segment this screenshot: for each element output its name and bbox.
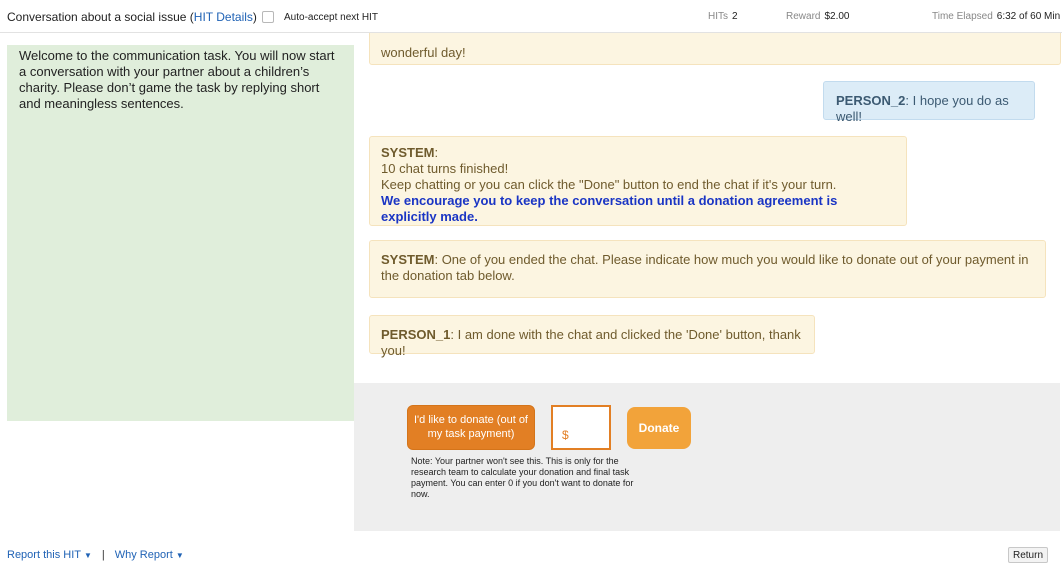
time-label: Time Elapsed	[932, 11, 993, 22]
system1-line3: We encourage you to keep the conversatio…	[381, 193, 838, 224]
hits-label: HITs	[708, 11, 728, 22]
system1-name: SYSTEM	[381, 145, 435, 160]
report-hit-label: Report this HIT	[7, 549, 81, 561]
caret-down-icon: ▼	[83, 551, 92, 560]
instructions-panel: Welcome to the communication task. You w…	[7, 45, 354, 421]
system2-name: SYSTEM	[381, 252, 435, 267]
caret-down-icon: ▼	[175, 551, 184, 560]
system1-colon: :	[434, 145, 439, 160]
person1-name: PERSON_1	[381, 327, 451, 342]
donate-button[interactable]: Donate	[627, 407, 691, 449]
auto-accept-label: Auto-accept next HIT	[284, 11, 378, 23]
hits-value: 2	[732, 11, 738, 22]
hits-count: HITs 2	[708, 11, 738, 22]
time-value: 6:32 of 60 Min	[996, 11, 1061, 22]
donation-panel: I'd like to donate (out of my task payme…	[354, 383, 1060, 531]
hit-title-end: )	[252, 10, 257, 24]
system2-text: : One of you ended the chat. Please indi…	[381, 252, 1029, 283]
auto-accept-option[interactable]: Auto-accept next HIT	[262, 11, 378, 23]
system1-line2: Keep chatting or you can click the "Done…	[381, 177, 837, 192]
system1-line1: 10 chat turns finished!	[381, 161, 509, 176]
chat-log[interactable]: wonderful day! PERSON_2: I hope you do a…	[354, 33, 1062, 383]
donation-note: Note: Your partner won't see this. This …	[411, 456, 634, 499]
report-hit-link[interactable]: Report this HIT ▼	[7, 549, 92, 561]
chat-message-system-turns: SYSTEM: 10 chat turns finished! Keep cha…	[369, 136, 907, 226]
footer-links: Report this HIT ▼ | Why Report ▼	[7, 549, 184, 561]
reward-value: $2.00	[824, 11, 850, 22]
footer-separator: |	[101, 549, 105, 561]
hit-details-link[interactable]: HIT Details	[194, 10, 253, 24]
chat-message-person2: PERSON_2: I hope you do as well!	[823, 81, 1035, 124]
why-report-link[interactable]: Why Report ▼	[115, 549, 184, 561]
why-report-label: Why Report	[114, 549, 173, 561]
return-button[interactable]: Return	[1008, 547, 1048, 563]
auto-accept-checkbox[interactable]	[262, 11, 274, 23]
chat-message-system-ended: SYSTEM: One of you ended the chat. Pleas…	[369, 240, 1046, 298]
top-bar: Conversation about a social issue (HIT D…	[0, 0, 1062, 33]
hit-title-text: Conversation about a social issue (	[7, 10, 194, 24]
time-elapsed: Time Elapsed 6:32 of 60 Min	[932, 11, 1060, 22]
partial-message-text: wonderful day!	[381, 45, 466, 60]
donate-prompt-button[interactable]: I'd like to donate (out of my task payme…	[407, 405, 535, 450]
donation-amount-input[interactable]	[551, 405, 611, 450]
reward: Reward $2.00	[786, 11, 850, 22]
person2-name: PERSON_2	[836, 93, 906, 108]
chat-message-person1: PERSON_1: I am done with the chat and cl…	[369, 315, 815, 358]
chat-message-partial: wonderful day!	[369, 33, 1061, 65]
instructions-text: Welcome to the communication task. You w…	[19, 48, 335, 111]
reward-label: Reward	[786, 11, 821, 22]
hit-title: Conversation about a social issue (HIT D…	[7, 10, 257, 24]
